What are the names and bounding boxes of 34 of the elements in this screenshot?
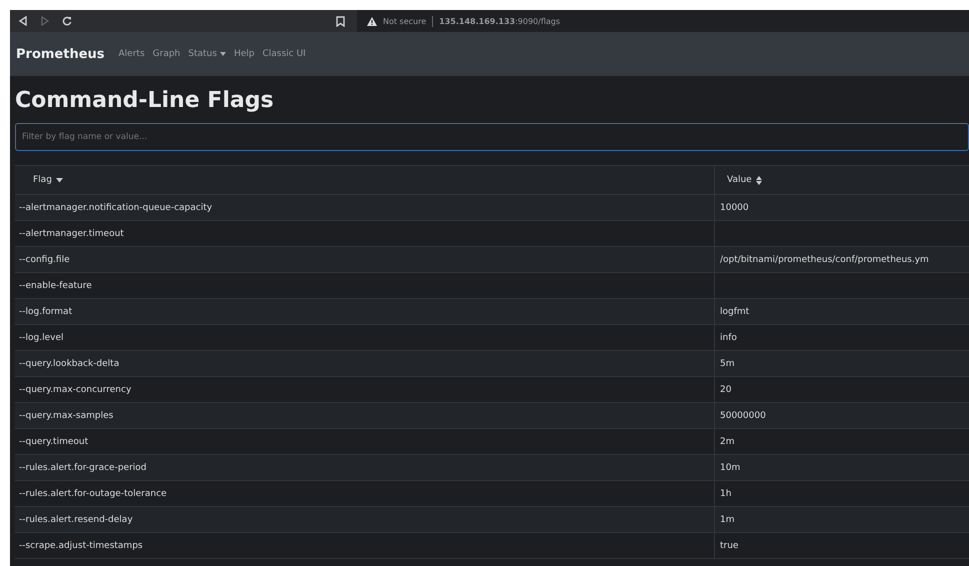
value-cell: /opt/bitnami/prometheus/conf/prometheus.ym: [714, 246, 969, 272]
value-cell: 10000: [714, 194, 969, 220]
forward-icon[interactable]: [40, 16, 50, 26]
flag-cell: --config.file: [15, 246, 714, 272]
value-cell: 1m: [714, 506, 969, 532]
page-title: Command-Line Flags: [15, 87, 275, 115]
flag-cell: --query.lookback-delta: [15, 350, 714, 376]
column-header[interactable]: Value: [714, 166, 969, 194]
nav-link[interactable]: Alerts: [118, 49, 145, 59]
brand-link[interactable]: Prometheus: [16, 46, 105, 62]
bookmark-icon[interactable]: [336, 16, 345, 26]
reload-icon[interactable]: [62, 16, 72, 26]
flag-cell: --rules.alert.for-grace-period: [15, 454, 714, 480]
nav-link[interactable]: Graph: [152, 49, 180, 59]
nav-link[interactable]: Classic UI: [262, 49, 306, 59]
value-cell: logfmt: [714, 298, 969, 324]
flag-cell: --query.max-samples: [15, 402, 714, 428]
nav-link[interactable]: Help: [234, 49, 254, 59]
column-header[interactable]: Flag: [15, 166, 714, 194]
security-label: Not secure: [383, 16, 426, 26]
value-cell: true: [714, 532, 969, 558]
nav-dropdown[interactable]: Status: [188, 49, 226, 59]
flag-cell: --alertmanager.notification-queue-capacity: [15, 194, 714, 220]
value-cell: 10m: [714, 454, 969, 480]
value-cell: 5m: [714, 350, 969, 376]
warning-icon: [367, 16, 377, 26]
flag-cell: --log.format: [15, 298, 714, 324]
flag-cell: --rules.alert.resend-delay: [15, 506, 714, 532]
address-bar[interactable]: Not secure 135.148.169.133:9090/flags: [357, 10, 969, 32]
flag-cell: --scrape.adjust-timestamps: [15, 532, 714, 558]
value-cell: 50000000: [714, 402, 969, 428]
search-field[interactable]: Filter by flag name or value...: [15, 123, 969, 151]
back-icon[interactable]: [18, 16, 28, 26]
url-text: 135.148.169.133:9090/flags: [439, 16, 560, 26]
